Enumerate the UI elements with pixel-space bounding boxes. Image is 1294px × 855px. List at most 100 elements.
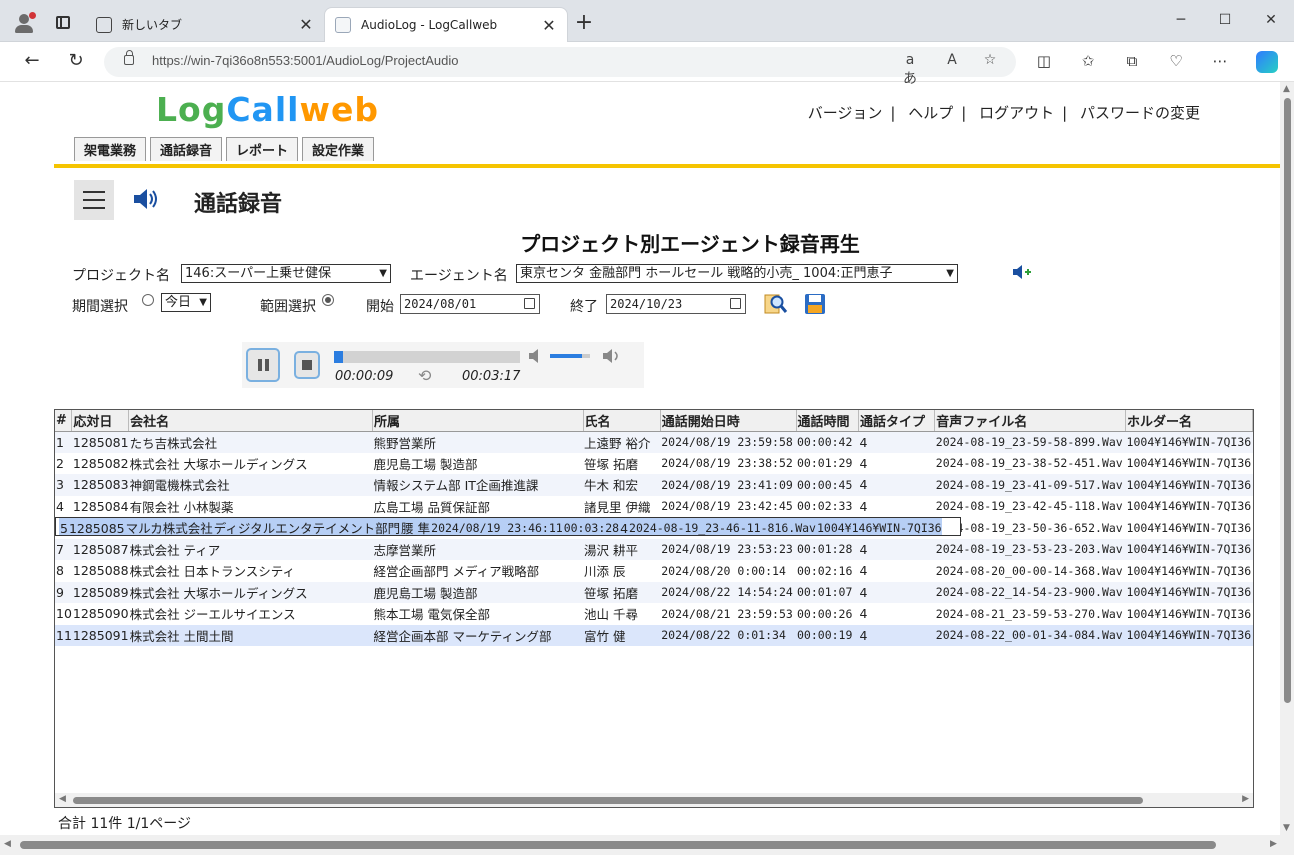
column-header-name[interactable]: 氏名 (583, 410, 661, 432)
menu-settings[interactable]: 設定作業 (302, 137, 375, 161)
volume-max-icon[interactable] (602, 347, 624, 365)
recordings-grid: # 応対日 会社名 所属 氏名 通話開始日時 通話時間 通話タイプ 音声ファイル名 ホルダー名 1… (54, 409, 1254, 808)
cell-row-number: 5 (59, 518, 68, 535)
grid-horizontal-scrollbar[interactable]: ◀ ▶ (55, 793, 1253, 807)
new-tab-button[interactable]: + (573, 12, 595, 34)
favorite-icon[interactable]: ☆ (980, 52, 1000, 68)
column-header-call-type[interactable]: 通話タイプ (858, 410, 936, 432)
close-window-icon[interactable]: ✕ (1260, 12, 1282, 28)
hamburger-menu-icon[interactable] (74, 180, 114, 220)
close-tab-icon[interactable]: ✕ (541, 16, 557, 35)
maximize-icon[interactable]: ☐ (1214, 12, 1236, 28)
cell-duration: 00:00:45 (796, 474, 859, 496)
copilot-icon[interactable] (1256, 51, 1278, 73)
read-aloud-icon[interactable]: A (942, 52, 962, 68)
table-row[interactable]: 3 1285083 神鋼電機株式会社 情報システム部 IT企画推進課 牛木 和宏 2024… (55, 474, 1253, 496)
column-header-holder[interactable]: ホルダー名 (1125, 410, 1253, 432)
page-vertical-scrollbar[interactable]: ▲ ▼ (1280, 82, 1294, 835)
split-screen-icon[interactable]: ◫ (1032, 52, 1056, 70)
cell-name: 牛木 和宏 (583, 474, 661, 496)
cell-call-type: 4 (858, 538, 935, 560)
period-radio[interactable] (142, 294, 154, 306)
column-header-company[interactable]: 会社名 (128, 410, 373, 432)
change-password-link[interactable]: パスワードの変更 (1080, 104, 1200, 122)
table-row[interactable]: 9 1285089 株式会社 大塚ホールディングス 鹿児島工場 製造部 笹塚 拓磨 202… (55, 581, 1253, 603)
url-text[interactable]: https://win-7qi36o8n553:5001/AudioLog/Pr… (152, 53, 458, 68)
cell-duration: 00:02:16 (797, 563, 853, 578)
table-row[interactable]: 7 1285087 株式会社 ティア 志摩営業所 湯沢 耕平 2024/08/19 23:… (55, 538, 1253, 560)
cell-row-number: 8 (56, 563, 64, 579)
page-content: LogCallweb バージョン | ヘルプ | ログアウト | パスワードの変更 架… (0, 82, 1280, 835)
scroll-up-icon: ▲ (1283, 84, 1290, 94)
end-date-input[interactable]: 2024/10/23 (606, 294, 746, 314)
cell-name: 富竹 健 (583, 624, 661, 646)
progress-bar[interactable] (334, 351, 520, 363)
total-time: 00:03:17 (462, 369, 521, 384)
lock-icon[interactable] (124, 50, 134, 65)
table-row[interactable]: 4 1285084 有限会社 小林製薬 広島工場 品質保証部 諸見里 伊織 2024/08… (55, 496, 1253, 518)
minimize-icon[interactable]: ─ (1170, 12, 1192, 28)
volume-slider[interactable] (550, 354, 590, 358)
collections-icon[interactable]: ⧉ (1120, 52, 1144, 70)
browser-tab-active[interactable]: AudioLog - LogCallweb ✕ (324, 7, 568, 42)
browser-tab-new[interactable]: 新しいタブ ✕ (86, 7, 324, 42)
tab-actions-icon[interactable] (56, 16, 70, 29)
mute-icon[interactable] (528, 348, 542, 364)
cell-call-id: 1285083 (71, 474, 129, 496)
cell-holder: 1004¥146¥WIN-7QI36 (1126, 499, 1252, 514)
back-icon[interactable]: ← (20, 50, 44, 71)
search-icon[interactable] (764, 292, 788, 316)
project-select[interactable]: 146:スーパー上乗せ健保 ▼ (181, 264, 391, 283)
cell-department: 経営企画本部 マーケティング部 (372, 624, 584, 646)
table-row[interactable]: 2 1285082 株式会社 大塚ホールディングス 鹿児島工場 製造部 笹塚 拓磨 202… (55, 453, 1253, 475)
cell-row-number: 11 (55, 624, 72, 646)
table-body: 1 1285081 たち吉株式会社 熊野営業所 上遠野 裕介 2024/08/19 23:… (55, 431, 1253, 646)
address-toolbar: ← ↻ https://win-7qi36o8n553:5001/AudioLo… (0, 42, 1294, 87)
cell-audio-file: 2024-08-19_23-42-45-118.Wav (935, 499, 1123, 514)
logout-link[interactable]: ログアウト (979, 104, 1054, 122)
add-audio-icon[interactable] (1012, 263, 1032, 281)
cell-audio-file: 2024-08-19_23-53-23-203.Wav (934, 538, 1126, 560)
cell-row-number: 1 (55, 431, 72, 453)
help-link[interactable]: ヘルプ (908, 104, 953, 122)
column-header-department[interactable]: 所属 (372, 410, 584, 432)
cell-department: 鹿児島工場 製造部 (372, 581, 584, 603)
refresh-icon[interactable]: ↻ (64, 50, 88, 71)
more-icon[interactable]: ⋯ (1208, 52, 1232, 70)
agent-select[interactable]: 東京センタ 金融部門 ホールセール 戦略的小売_ 1004:正門恵子 ▼ (516, 264, 958, 283)
range-radio[interactable] (322, 294, 334, 306)
table-row[interactable]: 5 1285085 マルカ株式会社 ディジタルエンタテイメント部門腰 隼 2024/08… (55, 517, 961, 536)
browser-essentials-icon[interactable]: ♡ (1164, 52, 1188, 70)
period-select[interactable]: 今日 ▼ (161, 293, 211, 312)
cell-call-type: 4 (858, 581, 935, 603)
table-row[interactable]: 11 1285091 株式会社 土間土間 経営企画本部 マーケティング部 富竹 健 202… (55, 624, 1253, 646)
stop-button[interactable] (294, 351, 320, 379)
cell-name: 川添 辰 (584, 564, 626, 580)
table-row[interactable]: 1 1285081 たち吉株式会社 熊野営業所 上遠野 裕介 2024/08/19 23:… (55, 431, 1253, 453)
column-header-call-id[interactable]: 応対日 (71, 410, 130, 432)
cell-name: 上遠野 裕介 (583, 431, 661, 453)
cell-start-time: 2024/08/19 23:59:58 (660, 431, 796, 453)
menu-calling[interactable]: 架電業務 (74, 137, 147, 161)
table-row[interactable]: 8 1285088 株式会社 日本トランスシティ 経営企画部門 メディア戦略部 川添 辰… (55, 560, 1253, 582)
cell-start-time: 2024/08/21 23:59:53 (661, 606, 793, 621)
profile-icon[interactable] (14, 12, 36, 34)
column-header-audio-file[interactable]: 音声ファイル名 (934, 410, 1127, 432)
start-date-input[interactable]: 2024/08/01 (400, 294, 540, 314)
menu-report[interactable]: レポート (226, 137, 299, 161)
cell-start-time: 2024/08/19 23:46:11 (430, 518, 563, 535)
loop-icon[interactable]: ⟲ (418, 366, 431, 385)
column-header-duration[interactable]: 通話時間 (796, 410, 860, 432)
menu-recording[interactable]: 通話録音 (150, 137, 223, 161)
table-row[interactable]: 10 1285090 株式会社 ジーエルサイエンス 熊本工場 電気保全部 池山 千尋 20… (55, 603, 1253, 625)
close-tab-icon[interactable]: ✕ (298, 15, 314, 34)
address-bar[interactable]: https://win-7qi36o8n553:5001/AudioLog/Pr… (104, 47, 1016, 87)
column-header-row-number[interactable]: # (55, 410, 73, 432)
cell-call-id: 1285084 (72, 498, 129, 514)
column-header-start-time[interactable]: 通話開始日時 (660, 410, 797, 432)
version-link[interactable]: バージョン (808, 104, 883, 122)
favorites-icon[interactable]: ✩ (1076, 52, 1100, 70)
save-icon[interactable] (803, 292, 827, 316)
pause-button[interactable] (246, 348, 280, 382)
page-horizontal-scrollbar[interactable]: ◀ ▶ (0, 835, 1294, 855)
